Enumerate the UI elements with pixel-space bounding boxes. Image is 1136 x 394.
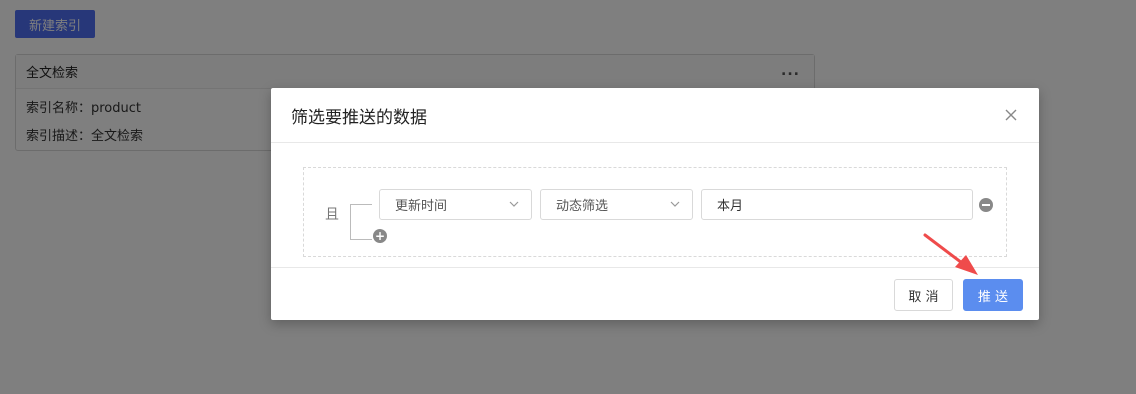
filter-group: 且 + 更新时间 动态筛选 xyxy=(303,167,1007,257)
filter-mode-value: 动态筛选 xyxy=(556,199,609,214)
add-condition-icon[interactable]: + xyxy=(373,229,387,243)
modal-title: 筛选要推送的数据 xyxy=(291,107,427,128)
cancel-button[interactable]: 取 消 xyxy=(894,279,953,311)
chevron-down-icon xyxy=(670,201,680,207)
push-filter-modal: 筛选要推送的数据 且 + 更新时间 动态筛选 本月 取 消 推 送 xyxy=(271,88,1039,320)
modal-body: 且 + 更新时间 动态筛选 xyxy=(271,143,1039,267)
field-select[interactable]: 更新时间 xyxy=(379,189,532,220)
filter-bracket xyxy=(350,204,372,240)
push-button[interactable]: 推 送 xyxy=(963,279,1023,311)
field-select-value: 更新时间 xyxy=(395,199,448,214)
modal-footer: 取 消 推 送 xyxy=(271,267,1039,320)
modal-header: 筛选要推送的数据 xyxy=(271,88,1039,143)
filter-value-input[interactable] xyxy=(701,189,973,220)
chevron-down-icon xyxy=(509,201,519,207)
remove-condition-icon[interactable] xyxy=(979,198,993,212)
filter-mode-select[interactable]: 动态筛选 xyxy=(540,189,693,220)
close-icon[interactable] xyxy=(1003,107,1019,123)
logic-and-label: 且 xyxy=(325,207,339,223)
